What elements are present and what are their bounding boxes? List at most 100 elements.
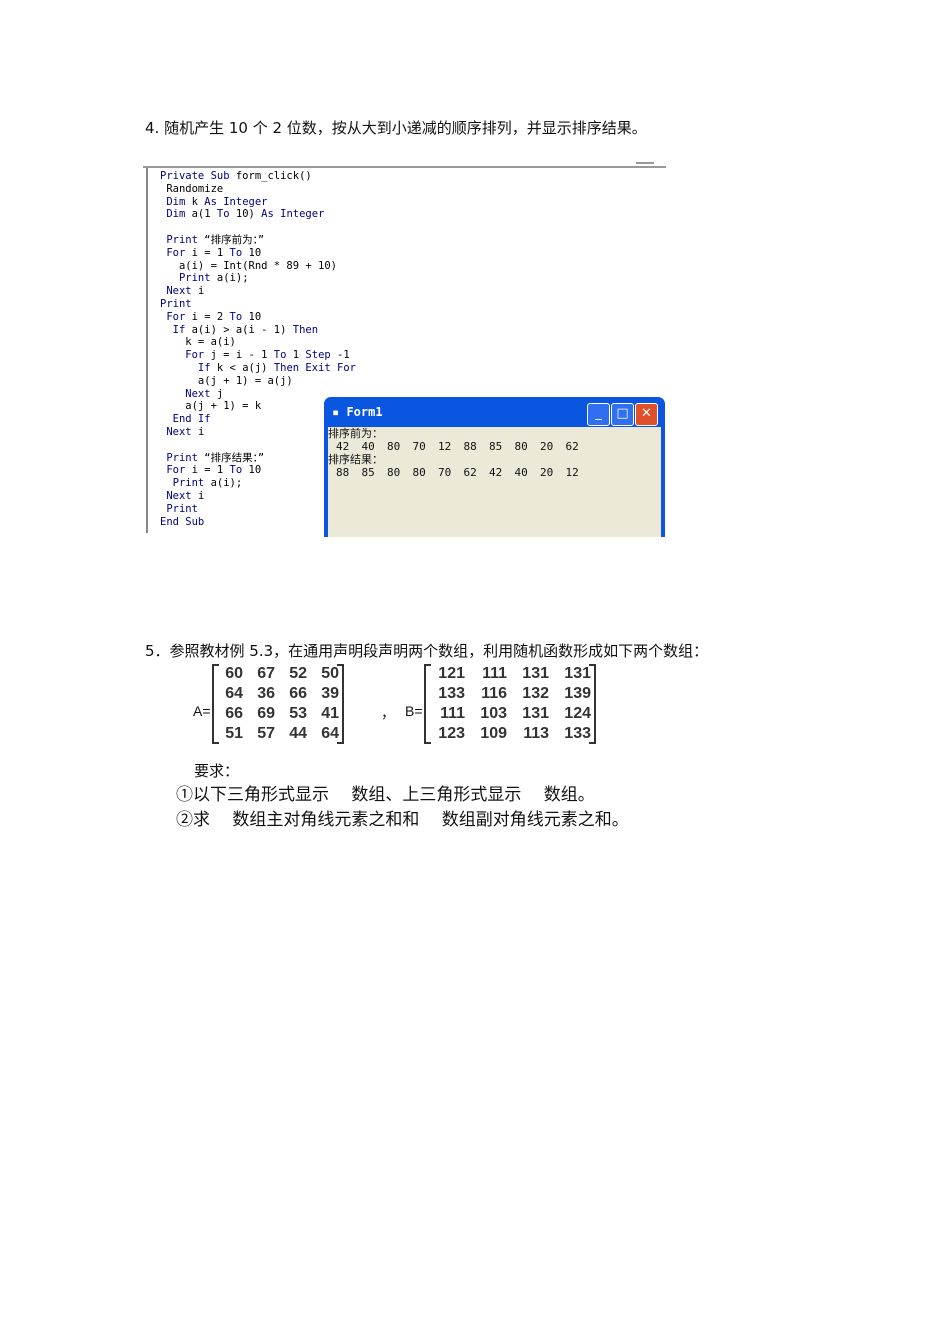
- label-after: 排序结果：: [328, 453, 383, 466]
- matrix-cell: 133: [564, 725, 591, 742]
- matrix-cell: 44: [289, 725, 307, 742]
- matrix-row: 111 103 131 124: [426, 704, 594, 724]
- code-token: If: [160, 323, 192, 336]
- code-token: To: [229, 464, 243, 477]
- matrix-cell: 64: [321, 725, 339, 742]
- value: 80: [412, 466, 426, 479]
- matrix-cell: 51: [225, 725, 243, 742]
- value: 85: [361, 466, 375, 479]
- code-token: k: [191, 195, 205, 208]
- form1-title: ▪ Form1: [332, 405, 383, 419]
- code-token: Print: [160, 272, 217, 285]
- matrix-cell: 124: [564, 705, 591, 722]
- code-token: i = 2: [191, 310, 230, 323]
- matrix-cell: 139: [564, 685, 591, 702]
- after-values: 88 85 80 80 70 62 42 40 20 12: [328, 466, 661, 479]
- code-line: For i = 2 To 10: [160, 311, 356, 324]
- code-line: For j = i - 1 To 1 Step -1: [160, 349, 356, 362]
- code-token: “排序结果：”: [204, 451, 265, 464]
- code-line: Private Sub form_click(): [160, 170, 356, 183]
- matrix-cell: 53: [289, 705, 307, 722]
- code-token: End If: [160, 413, 211, 426]
- editor-top-border: [143, 158, 666, 168]
- code-token: a(1: [191, 208, 217, 221]
- code-token: Print: [160, 477, 211, 490]
- code-token: Print: [160, 233, 205, 246]
- value: 88: [463, 440, 477, 453]
- code-token: For: [160, 464, 192, 477]
- matrix-row: 133 116 132 139: [426, 684, 594, 704]
- value: 40: [361, 440, 375, 453]
- code-token: k = a(i): [160, 336, 236, 349]
- code-token: Next: [160, 425, 198, 438]
- code-token: As Integer: [204, 195, 268, 208]
- code-token: “排序前为：”: [204, 233, 265, 246]
- value: 62: [565, 440, 579, 453]
- code-token: Print: [160, 502, 198, 515]
- matrix-cell: 52: [289, 665, 307, 682]
- requirement-1: ①以下三角形式显示 数组、上三角形式显示 数组。: [176, 785, 595, 805]
- code-token: For: [160, 349, 211, 362]
- value: 42: [489, 466, 503, 479]
- minimize-button[interactable]: _: [587, 403, 610, 426]
- matrix-row: 64 36 66 39: [214, 684, 342, 704]
- value: 12: [565, 466, 579, 479]
- code-line: Print “排序前为：”: [160, 234, 356, 247]
- matrix-row: 66 69 53 41: [214, 704, 342, 724]
- code-token: If: [160, 361, 217, 374]
- code-token: To: [273, 349, 287, 362]
- requirements-label: 要求：: [194, 762, 240, 780]
- document-page: 4. 随机产生 10 个 2 位数，按从大到小递减的顺序排列，并显示排序结果。 …: [0, 0, 950, 1344]
- code-token: Dim: [160, 195, 192, 208]
- matrix-cell: 131: [522, 705, 549, 722]
- code-token: a(j + 1) = a(j): [160, 374, 293, 387]
- maximize-button[interactable]: □: [611, 403, 634, 426]
- code-line: If a(i) > a(i - 1) Then: [160, 324, 356, 337]
- matrix-cell: 109: [480, 725, 507, 742]
- editor-left-border: [146, 168, 148, 533]
- code-token: End Sub: [160, 515, 205, 528]
- form1-client-area: 排序前为： 42 40 80 70 12 88 85 80 20 62 排序结果： 88 85 80 8…: [328, 427, 661, 537]
- matrix-cell: 111: [440, 705, 465, 722]
- close-button[interactable]: ✕: [635, 403, 658, 426]
- requirement-2: ②求 数组主对角线元素之和和 数组副对角线元素之和。: [176, 810, 629, 830]
- code-token: a(j + 1) = k: [160, 400, 262, 413]
- question-5-title: 5．参照教材例 5.3，在通用声明段声明两个数组，利用随机函数形成如下两个数组：: [145, 642, 709, 660]
- code-token: Randomize: [160, 182, 224, 195]
- code-token: To: [216, 208, 230, 221]
- code-token: i: [197, 489, 205, 502]
- code-token: As Integer: [261, 208, 325, 221]
- editor-scroll-mark: [636, 158, 654, 164]
- code-token: For: [160, 246, 192, 259]
- value: 85: [489, 440, 503, 453]
- label-before: 排序前为：: [328, 427, 383, 440]
- code-token: 10: [242, 464, 262, 477]
- code-token: Private Sub: [160, 170, 236, 182]
- value: 80: [387, 440, 401, 453]
- code-token: Next: [160, 387, 217, 400]
- matrix-row: 123 109 113 133: [426, 724, 594, 744]
- code-token: k < a(j): [216, 361, 274, 374]
- code-token: 10: [242, 246, 262, 259]
- matrix-cell: 36: [257, 685, 275, 702]
- matrix-cell: 64: [225, 685, 243, 702]
- code-line: a(j + 1) = a(j): [160, 375, 356, 388]
- code-token: i = 1: [191, 464, 230, 477]
- matrix-cell: 39: [321, 685, 339, 702]
- value: 70: [438, 466, 452, 479]
- matrix-row: 60 67 52 50: [214, 664, 342, 684]
- value: 80: [514, 440, 528, 453]
- matrix-cell: 67: [257, 665, 275, 682]
- before-values: 42 40 80 70 12 88 85 80 20 62: [328, 440, 661, 453]
- value: 20: [540, 440, 554, 453]
- form1-window: ▪ Form1 _ □ ✕ 排序前为： 42 40 80 70 12 88 85 80 20 62…: [324, 397, 665, 537]
- code-token: form_click(): [235, 170, 312, 182]
- code-token: i: [197, 425, 205, 438]
- matrix-cell: 116: [481, 685, 507, 702]
- matrix-b-label: B=: [405, 703, 423, 719]
- matrix-a-label: A=: [193, 703, 211, 719]
- matrix-cell: 123: [438, 725, 465, 742]
- matrix-cell: 131: [564, 665, 591, 682]
- code-token: 10): [229, 208, 262, 221]
